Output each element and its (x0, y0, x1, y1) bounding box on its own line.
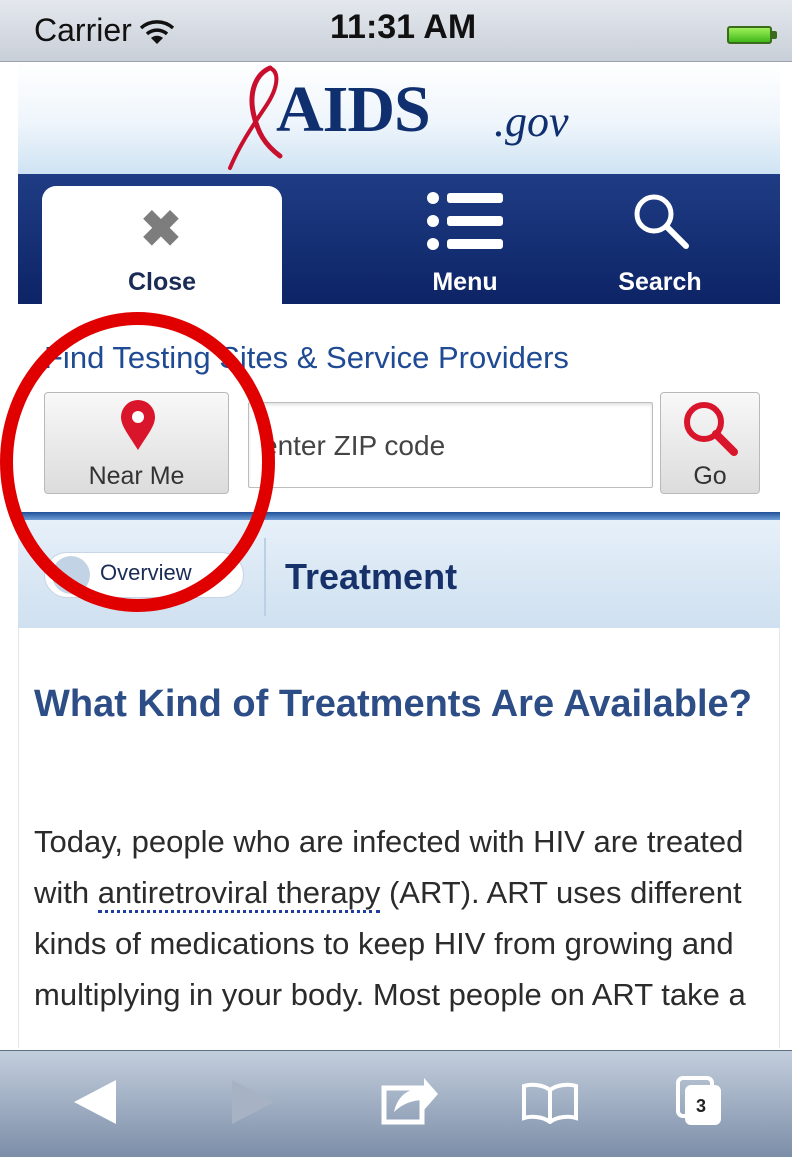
logo-wordmark[interactable]: AIDS (276, 72, 431, 148)
forward-icon[interactable] (228, 1078, 278, 1126)
zip-code-input[interactable] (262, 428, 642, 464)
section-title: Treatment (285, 556, 458, 597)
menu-button-label[interactable]: Menu (418, 268, 512, 297)
article-heading: What Kind of Treatments Are Available? (34, 683, 752, 725)
close-icon[interactable]: ✖ (140, 200, 182, 258)
search-button-label[interactable]: Search (600, 268, 720, 297)
share-icon[interactable] (380, 1072, 440, 1126)
glossary-term-link[interactable]: antiretroviral therapy (97, 875, 381, 913)
app-frame: Carrier 11:31 AM AIDS .gov ✖ Close Menu … (0, 0, 792, 1157)
close-label[interactable]: Close (42, 268, 282, 297)
menu-icon[interactable] (425, 190, 505, 252)
header-separator (264, 538, 266, 616)
search-icon[interactable] (630, 190, 690, 250)
battery-icon (727, 26, 772, 44)
clock: 11:31 AM (330, 8, 477, 46)
battery-tip (772, 31, 777, 39)
tabs-count[interactable]: 3 (689, 1096, 713, 1117)
back-icon[interactable] (70, 1078, 120, 1126)
annotation-circle (0, 312, 275, 612)
article-body: Today, people who are infected with HIV … (34, 816, 764, 1020)
logo-suffix: .gov (494, 97, 569, 146)
carrier-label: Carrier (34, 12, 132, 48)
bookmarks-icon[interactable] (520, 1080, 580, 1124)
go-label[interactable]: Go (660, 462, 760, 491)
magnifier-icon[interactable] (678, 398, 740, 456)
wifi-icon (139, 20, 175, 44)
